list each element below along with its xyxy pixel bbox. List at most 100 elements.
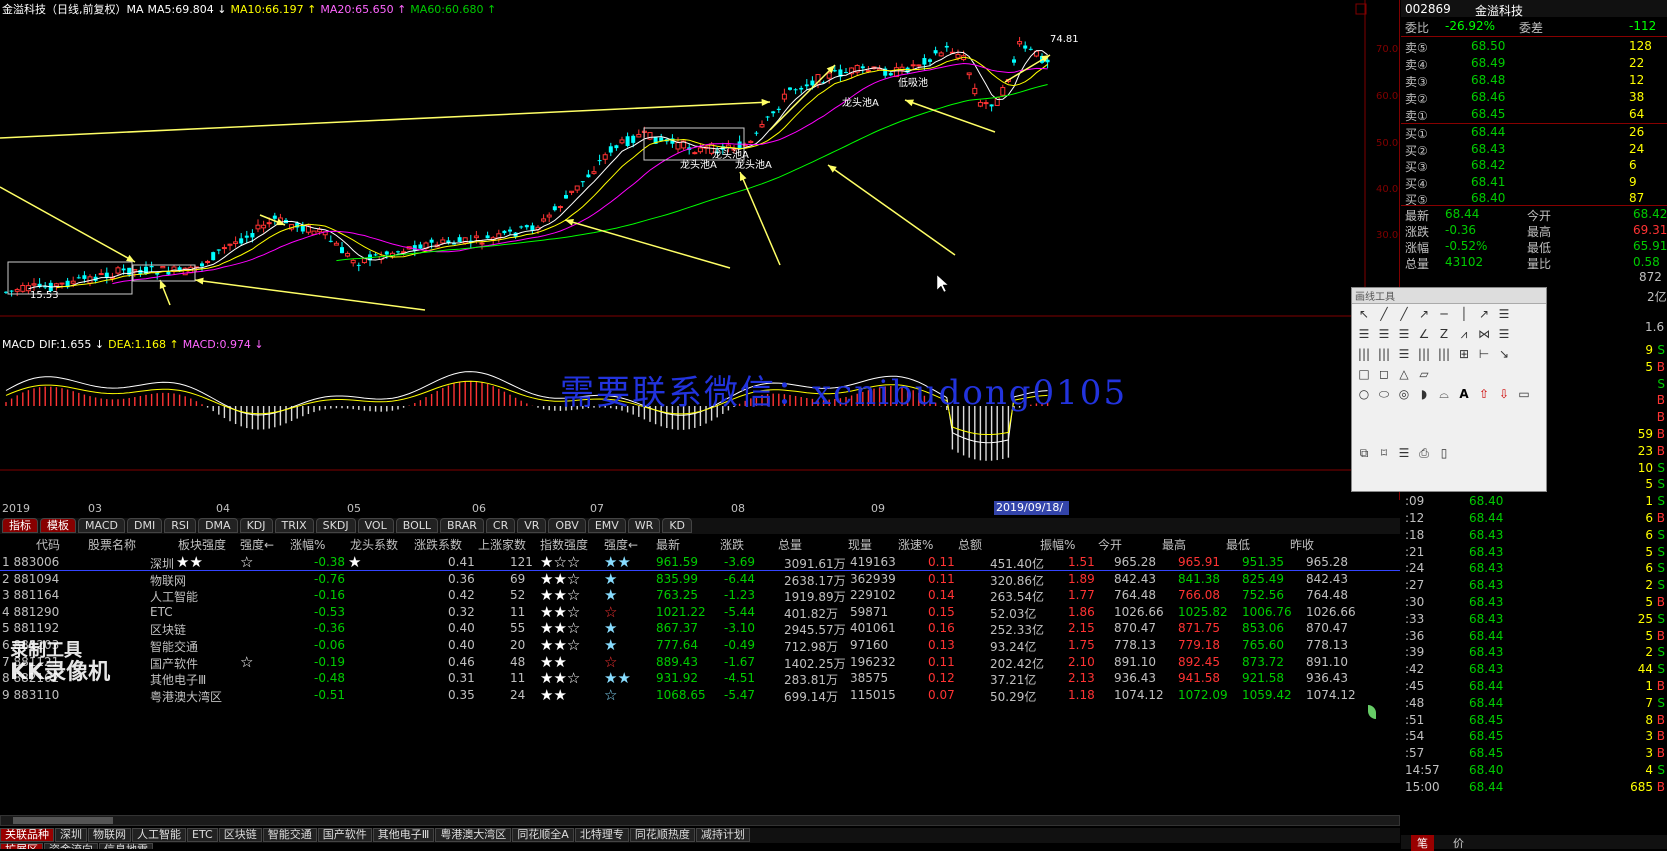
indicator-tab-8[interactable]: SKDJ — [315, 518, 356, 533]
box-grid-icon[interactable]: ⊞ — [1456, 346, 1472, 362]
arrow-line-icon[interactable]: ↗ — [1416, 306, 1432, 322]
bottom-tab-2[interactable]: 物联网 — [88, 828, 131, 842]
rectangle-icon[interactable]: □ — [1356, 366, 1372, 382]
text-icon[interactable]: A — [1456, 386, 1472, 402]
rounded-rect-icon[interactable]: ◻ — [1376, 366, 1392, 382]
ellipse-icon[interactable]: ⬭ — [1376, 386, 1392, 402]
ruler-icon[interactable]: ▭ — [1516, 386, 1532, 402]
indicator-tab-6[interactable]: KDJ — [239, 518, 273, 533]
arc-icon[interactable]: ◗ — [1416, 386, 1432, 402]
cross-icon[interactable]: ⋈ — [1476, 326, 1492, 342]
trend-arrow-icon[interactable]: ↗ — [1476, 306, 1492, 322]
up-arrow-icon[interactable]: ⇧ — [1476, 386, 1492, 402]
indicator-tab-11[interactable]: BRAR — [440, 518, 484, 533]
draw-tool-title[interactable]: 画线工具 — [1352, 288, 1546, 304]
table-row[interactable]: 7 881121 国产软件 -0.19 0.46 48 889.43 -1.67 1402.2… — [0, 653, 1400, 672]
bottom-tab-0[interactable]: 关联品种 — [0, 828, 54, 842]
copy-icon[interactable]: ⧉ — [1356, 445, 1372, 461]
select-icon[interactable]: ↖ — [1356, 306, 1372, 322]
col-header[interactable]: 最高 — [1162, 536, 1186, 553]
table-row[interactable]: 9 883110 粤港澳大湾区 -0.51 0.35 24 1068.65 -5.47 699… — [0, 686, 1400, 705]
bottom-tab-1[interactable]: 深圳 — [55, 828, 87, 842]
level-icon[interactable]: ☰ — [1496, 326, 1512, 342]
half-circle-icon[interactable]: ⌓ — [1436, 386, 1452, 402]
triangle-icon[interactable]: △ — [1396, 366, 1412, 382]
col-header[interactable]: 板块强度 — [178, 536, 226, 553]
indicator-tab-12[interactable]: CR — [485, 518, 516, 533]
wave-icon[interactable]: ⩘ — [1456, 326, 1472, 342]
col-header[interactable]: 总量 — [778, 536, 802, 553]
bottom-tab-11[interactable]: 北特理专 — [574, 828, 629, 842]
bottom-tab2-2[interactable]: 信息地雷 — [99, 843, 153, 849]
bottom-tab-3[interactable]: 人工智能 — [132, 828, 186, 842]
bottom-tab2-0[interactable]: 扩展区 — [0, 843, 43, 849]
down-arrow-icon[interactable]: ↘ — [1496, 346, 1512, 362]
bottom-tab-12[interactable]: 同花顺热度 — [629, 828, 695, 842]
col-header[interactable]: 股票名称 — [88, 536, 136, 553]
col-header[interactable]: 最新 — [656, 536, 680, 553]
circle-icon[interactable]: ○ — [1356, 386, 1372, 402]
channel-icon[interactable]: ☰ — [1496, 306, 1512, 322]
down-arrow-2-icon[interactable]: ⇩ — [1496, 386, 1512, 402]
measure-icon[interactable]: ⊢ — [1476, 346, 1492, 362]
table-row[interactable]: 5 881192 区块链 -0.36 0.40 55 867.37 -3.10 2945.57… — [0, 619, 1400, 638]
gann-icon[interactable]: ☰ — [1396, 326, 1412, 342]
indicator-tab-15[interactable]: EMV — [587, 518, 626, 533]
erase-icon[interactable]: ⌑ — [1376, 445, 1392, 461]
draw-tool-panel[interactable]: 画线工具 ↖ ╱ ╱ ↗ ─ │ ↗ ☰ ☰ ☰ ☰ ∠ Z ⩘ ⋈ ☰ ||| ||| ☰ ||| ||| ⊞ ⊢ ↘ □ ◻ △… — [1351, 287, 1547, 492]
indicator-tab-3[interactable]: DMI — [126, 518, 163, 533]
table-row[interactable]: 4 881290 ETC -0.53 0.32 11 1021.22 -5.44 401.82… — [0, 603, 1400, 622]
lock-icon[interactable]: ▯ — [1436, 445, 1452, 461]
col-header[interactable]: 振幅% — [1040, 536, 1075, 553]
angle-icon[interactable]: ∠ — [1416, 326, 1432, 342]
col-header[interactable]: 指数强度 — [540, 536, 588, 553]
scrollbar-thumb[interactable] — [13, 817, 113, 824]
line-icon[interactable]: ╱ — [1376, 306, 1392, 322]
indicator-tab-14[interactable]: OBV — [548, 518, 586, 533]
indicator-tab-0[interactable]: 指标 — [2, 518, 38, 533]
table-row[interactable]: 1 883006 深圳 -0.38 0.41 121 961.59 -3.69 3091.61… — [0, 553, 1400, 572]
bottom-tab-13[interactable]: 减持计划 — [695, 828, 750, 842]
bottom-tab-6[interactable]: 智能交通 — [262, 828, 317, 842]
col-header[interactable]: 强度← — [604, 536, 638, 553]
list-icon[interactable]: ☰ — [1396, 445, 1412, 461]
table-row[interactable]: 2 881094 物联网 -0.76 0.36 69 835.99 -6.44 2638.17… — [0, 570, 1400, 589]
bottom-tab2-1[interactable]: 资金流向 — [44, 843, 98, 849]
col-header[interactable]: 涨幅% — [290, 536, 325, 553]
indicator-tab-17[interactable]: KD — [662, 518, 693, 533]
horizontal-scrollbar[interactable] — [0, 815, 1400, 826]
indicator-tab-10[interactable]: BOLL — [395, 518, 438, 533]
indicator-tab-5[interactable]: DMA — [198, 518, 238, 533]
kline-chart[interactable]: 70.00 60.00 50.00 40.00 30.00 74.81 15.5… — [0, 0, 1400, 500]
col-header[interactable]: 总额 — [958, 536, 982, 553]
col-header[interactable]: 代码 — [36, 536, 60, 553]
col-header[interactable]: 昨收 — [1290, 536, 1314, 553]
fib-icon[interactable]: ☰ — [1376, 326, 1392, 342]
col-header[interactable]: 上涨家数 — [478, 536, 526, 553]
bottom-tab-10[interactable]: 同花顺全A — [512, 828, 574, 842]
col-header[interactable]: 涨跌 — [720, 536, 744, 553]
col-header[interactable]: 最低 — [1226, 536, 1250, 553]
col-header[interactable]: 今开 — [1098, 536, 1122, 553]
indicator-tab-1[interactable]: 模板 — [40, 518, 76, 533]
indicator-tab-4[interactable]: RSI — [164, 518, 197, 533]
col-header[interactable]: 涨跌系数 — [414, 536, 462, 553]
kline-chart-area[interactable]: 70.00 60.00 50.00 40.00 30.00 74.81 15.5… — [0, 0, 1400, 500]
indicator-tab-7[interactable]: TRIX — [274, 518, 314, 533]
table-row[interactable]: 6 881203 智能交通 -0.06 0.40 20 777.64 -0.49 712.98… — [0, 636, 1400, 655]
parallelogram-icon[interactable]: ▱ — [1416, 366, 1432, 382]
zigzag-icon[interactable]: Z — [1436, 326, 1452, 342]
table-row[interactable]: 8 882162 其他电子Ⅲ -0.48 0.31 11 931.92 -4.51 283.8… — [0, 669, 1400, 688]
period-icon[interactable]: ||| — [1356, 346, 1372, 362]
cycle-icon[interactable]: ||| — [1376, 346, 1392, 362]
col-header[interactable]: 现量 — [848, 536, 872, 553]
vertical-line-icon[interactable]: │ — [1456, 306, 1472, 322]
indicator-tab-9[interactable]: VOL — [357, 518, 394, 533]
indicator-tab-16[interactable]: WR — [627, 518, 661, 533]
col-header[interactable]: 龙头系数 — [350, 536, 398, 553]
table-row[interactable]: 3 881164 人工智能 -0.16 0.42 52 763.25 -1.23 1919.8… — [0, 586, 1400, 605]
ray-icon[interactable]: ╱ — [1396, 306, 1412, 322]
col-header[interactable]: 涨速% — [898, 536, 933, 553]
col-header[interactable]: 强度← — [240, 536, 274, 553]
bottom-tab-9[interactable]: 粤港澳大湾区 — [435, 828, 512, 842]
